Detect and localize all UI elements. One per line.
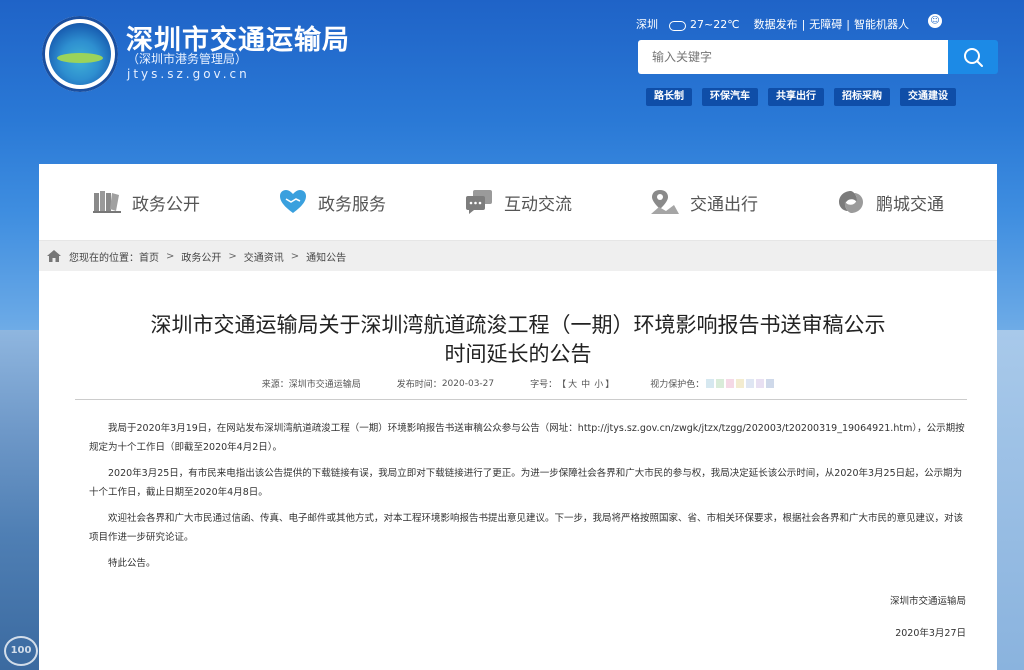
article-signature: 深圳市交通运输局 <box>889 596 966 607</box>
vision-color-swatch-5[interactable] <box>756 379 765 388</box>
temperature: 27~22℃ <box>690 17 740 31</box>
article-title-line1: 深圳市交通运输局关于深圳湾航道疏浚工程（一期）环境影响报告书送审稿公示 <box>150 313 886 337</box>
top-links-bar: 深圳 27~22℃ 数据发布 | 无障碍 | 智能机器人 <box>636 15 909 33</box>
tag-eco-vehicles[interactable]: 环保汽车 <box>702 88 758 106</box>
article-paragraph: 欢迎社会各界和广大市民通过信函、传真、电子邮件或其他方式，对本工程环境影响报告书… <box>89 513 964 543</box>
breadcrumb-notices[interactable]: 通知公告 <box>306 249 346 264</box>
font-bracket-open: 【 <box>557 380 567 390</box>
main-nav: 政务公开 政务服务 互动交流 交通出行 鹏城交通 <box>39 164 997 240</box>
link-separator: | <box>801 17 806 31</box>
vision-color-swatch-6[interactable] <box>766 379 775 388</box>
breadcrumb-transport-news[interactable]: 交通资讯 <box>244 249 284 264</box>
search-button[interactable] <box>948 40 998 74</box>
nav-interaction[interactable]: 互动交流 <box>464 189 572 215</box>
logo-emblem-icon <box>49 23 111 85</box>
font-medium-option[interactable]: 中 <box>581 377 590 390</box>
article-paragraph: 特此公告。 <box>108 558 156 569</box>
breadcrumb-government-affairs[interactable]: 政务公开 <box>181 249 221 264</box>
vision-protect-label: 视力保护色： <box>650 380 705 390</box>
vision-color-swatch-4[interactable] <box>746 379 755 388</box>
nav-label: 政务公开 <box>132 194 200 215</box>
search-icon <box>964 48 983 67</box>
nav-label: 互动交流 <box>504 194 572 215</box>
nav-label: 鹏城交通 <box>876 194 944 215</box>
publish-time-label: 发布时间： <box>396 380 442 390</box>
search-input[interactable] <box>638 40 948 74</box>
vision-color-swatch-1[interactable] <box>716 379 725 388</box>
publish-time-value: 2020-03-27 <box>441 378 495 389</box>
watermark-logo-icon: 100 <box>4 636 38 666</box>
home-icon[interactable] <box>47 250 61 262</box>
site-domain: jtys.sz.gov.cn <box>127 67 250 81</box>
article-title: 深圳市交通运输局关于深圳湾航道疏浚工程（一期）环境影响报告书送审稿公示 时间延长… <box>39 311 997 369</box>
data-release-link[interactable]: 数据发布 <box>754 16 798 32</box>
font-size-label: 字号： <box>530 380 558 390</box>
source-value: 深圳市交通运输局 <box>288 380 361 390</box>
nav-government-services[interactable]: 政务服务 <box>278 189 386 215</box>
article-date: 2020年3月27日 <box>895 628 966 639</box>
article-paragraph: 我局于2020年3月19日，在网站发布深圳湾航道疏浚工程（一期）环境影响报告书送… <box>89 423 965 453</box>
article-paragraph: 2020年3月25日，有市民来电指出该公告提供的下载链接有误，我局立即对下载链接… <box>89 468 963 498</box>
cloud-icon <box>668 18 686 31</box>
nav-label: 交通出行 <box>690 194 758 215</box>
font-bracket-close: 】 <box>605 380 615 390</box>
smart-robot-link[interactable]: 智能机器人 <box>854 16 909 32</box>
site-logo[interactable] <box>42 16 118 92</box>
font-small-option[interactable]: 小 <box>594 377 603 390</box>
article-body: 我局于2020年3月19日，在网站发布深圳湾航道疏浚工程（一期）环境影响报告书送… <box>89 419 969 580</box>
breadcrumb-prefix: 您现在的位置： <box>69 252 139 264</box>
swirl-logo-icon <box>836 189 866 215</box>
tag-bidding[interactable]: 招标采购 <box>834 88 890 106</box>
breadcrumb-home[interactable]: 首页 <box>139 249 159 264</box>
article-meta: 来源： 深圳市交通运输局 发布时间： 2020-03-27 字号： 【 大 中 … <box>39 377 997 390</box>
tag-transport-construction[interactable]: 交通建设 <box>900 88 956 106</box>
title-divider <box>75 399 967 400</box>
content-card: 政务公开 政务服务 互动交流 交通出行 鹏城交通 您现在的位置： 首页 > 政务… <box>39 164 997 670</box>
tag-shared-travel[interactable]: 共享出行 <box>768 88 824 106</box>
source-label: 来源： <box>261 380 289 390</box>
site-subtitle: （深圳市港务管理局） <box>127 52 248 66</box>
vision-color-swatch-2[interactable] <box>726 379 735 388</box>
font-large-option[interactable]: 大 <box>568 377 577 390</box>
breadcrumb-separator: > <box>166 250 175 262</box>
breadcrumb-separator: > <box>228 250 237 262</box>
chat-icon <box>464 189 494 215</box>
breadcrumb-separator: > <box>290 250 300 262</box>
heart-hands-icon <box>278 189 308 215</box>
accessibility-link[interactable]: 无障碍 <box>809 16 842 32</box>
watermark: 100 大数跨境 <box>4 636 122 666</box>
nav-government-affairs[interactable]: 政务公开 <box>92 189 200 215</box>
breadcrumb: 您现在的位置： 首页 > 政务公开 > 交通资讯 > 通知公告 <box>39 240 997 271</box>
tag-road-chief[interactable]: 路长制 <box>646 88 692 106</box>
quick-tags: 路长制 环保汽车 共享出行 招标采购 交通建设 <box>646 88 966 106</box>
vision-color-swatch-0[interactable] <box>706 379 715 388</box>
nav-pengcheng-transport[interactable]: 鹏城交通 <box>836 189 944 215</box>
book-icon <box>92 189 122 215</box>
robot-icon[interactable]: ☺ <box>928 14 942 28</box>
background-right <box>994 330 1024 670</box>
nav-label: 政务服务 <box>318 194 386 215</box>
link-separator: | <box>846 17 851 31</box>
vision-color-swatch-3[interactable] <box>736 379 745 388</box>
map-pin-icon <box>650 189 680 215</box>
article-title-line2: 时间延长的公告 <box>444 342 592 366</box>
city-name: 深圳 <box>636 18 658 31</box>
watermark-text: 大数跨境 <box>42 640 122 665</box>
nav-travel[interactable]: 交通出行 <box>650 189 758 215</box>
